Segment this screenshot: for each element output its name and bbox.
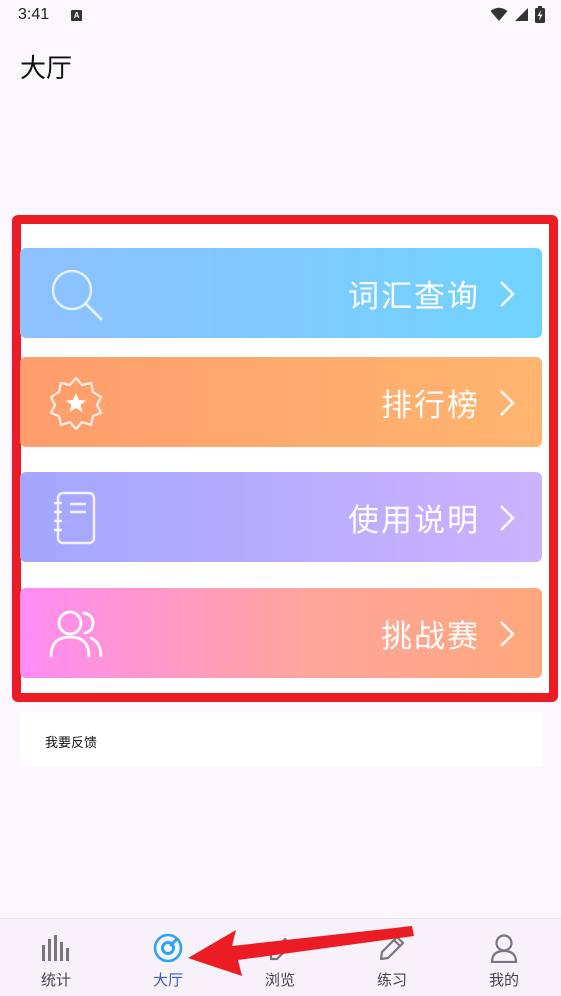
card-label: 挑战赛 [381,618,480,655]
leaderboard-card[interactable]: 排行榜 [20,357,542,447]
signal-icon [515,8,528,21]
status-bar: 3:41 A [0,0,561,30]
card-label: 排行榜 [381,387,480,424]
page-title: 大厅 [20,54,73,84]
status-icons [490,6,545,23]
card-label: 词汇查询 [348,278,480,315]
chevron-right-icon [500,281,515,307]
chevron-right-icon [500,621,515,647]
vocabulary-search-card[interactable]: 词汇查询 [20,248,542,338]
chevron-right-icon [500,505,515,531]
feedback-link[interactable]: 我要反馈 [20,712,542,766]
bar-chart-icon [42,935,69,961]
card-label: 使用说明 [348,502,480,539]
search-icon [51,269,103,321]
notification-badge: A [71,9,83,21]
feedback-label: 我要反馈 [45,736,98,751]
nav-item-statistics[interactable]: 统计 [0,919,112,996]
annotation-arrow [188,926,414,976]
user-guide-card[interactable]: 使用说明 [20,472,542,562]
wifi-icon [490,7,508,21]
star-badge-icon [49,376,103,431]
notebook-icon [54,491,96,545]
battery-icon [535,6,545,23]
profile-icon [490,934,518,963]
challenge-card[interactable]: 挑战赛 [20,588,542,678]
nav-label: 统计 [40,971,71,989]
nav-item-profile[interactable]: 我的 [448,919,560,996]
users-icon [49,610,103,658]
chevron-right-icon [500,390,515,416]
compass-icon [153,933,183,963]
status-time: 3:41 [18,6,50,23]
nav-label: 我的 [488,971,519,989]
